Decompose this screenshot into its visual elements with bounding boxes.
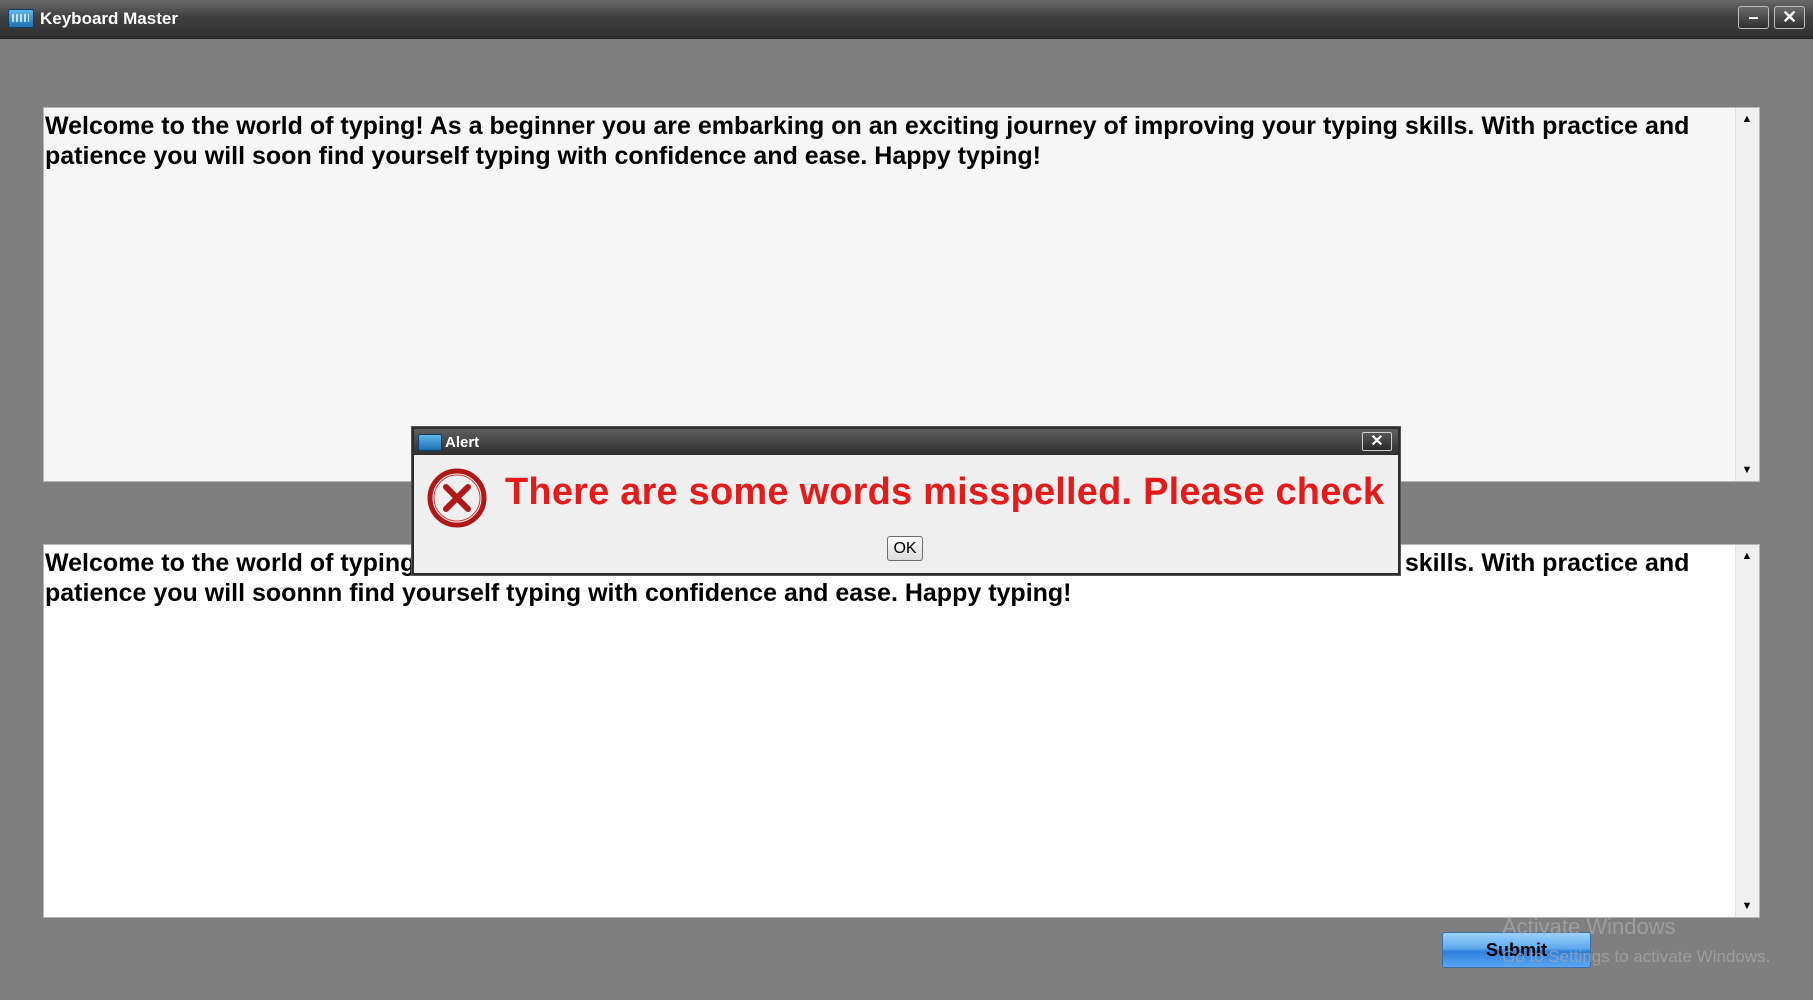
keyboard-app-icon [418,434,442,451]
window-titlebar: Keyboard Master – ✕ [0,0,1813,39]
scroll-up-arrow-icon[interactable]: ▲ [1738,547,1756,565]
scroll-up-arrow-icon[interactable]: ▲ [1738,110,1756,128]
reference-text-area[interactable]: Welcome to the world of typing! As a beg… [43,107,1760,482]
scroll-down-arrow-icon[interactable]: ▼ [1738,897,1756,915]
reference-scrollbar[interactable]: ▲ ▼ [1735,108,1759,481]
scroll-down-arrow-icon[interactable]: ▼ [1738,461,1756,479]
window-title: Keyboard Master [40,9,178,28]
alert-titlebar: Alert ✕ [414,429,1398,455]
typing-input-area[interactable]: Welcome to the world of typing! As a beg… [43,544,1760,918]
activation-watermark-title: Activate Windows [1502,914,1676,939]
activation-watermark-subtitle: Go to Settings to activate Windows. [1502,947,1771,966]
minimize-button[interactable]: – [1738,6,1769,29]
reference-text: Welcome to the world of typing! As a beg… [45,112,1697,170]
typing-scrollbar[interactable]: ▲ ▼ [1735,545,1759,917]
error-circle-x-icon [427,468,487,528]
keyboard-app-icon [8,9,34,28]
alert-close-button[interactable]: ✕ [1362,432,1392,451]
alert-title: Alert [445,434,480,451]
ok-button[interactable]: OK [887,536,923,561]
close-button[interactable]: ✕ [1774,6,1805,29]
alert-message: There are some words misspelled. Please … [505,471,1385,513]
alert-dialog: Alert ✕ There are some words misspelled.… [412,427,1400,575]
